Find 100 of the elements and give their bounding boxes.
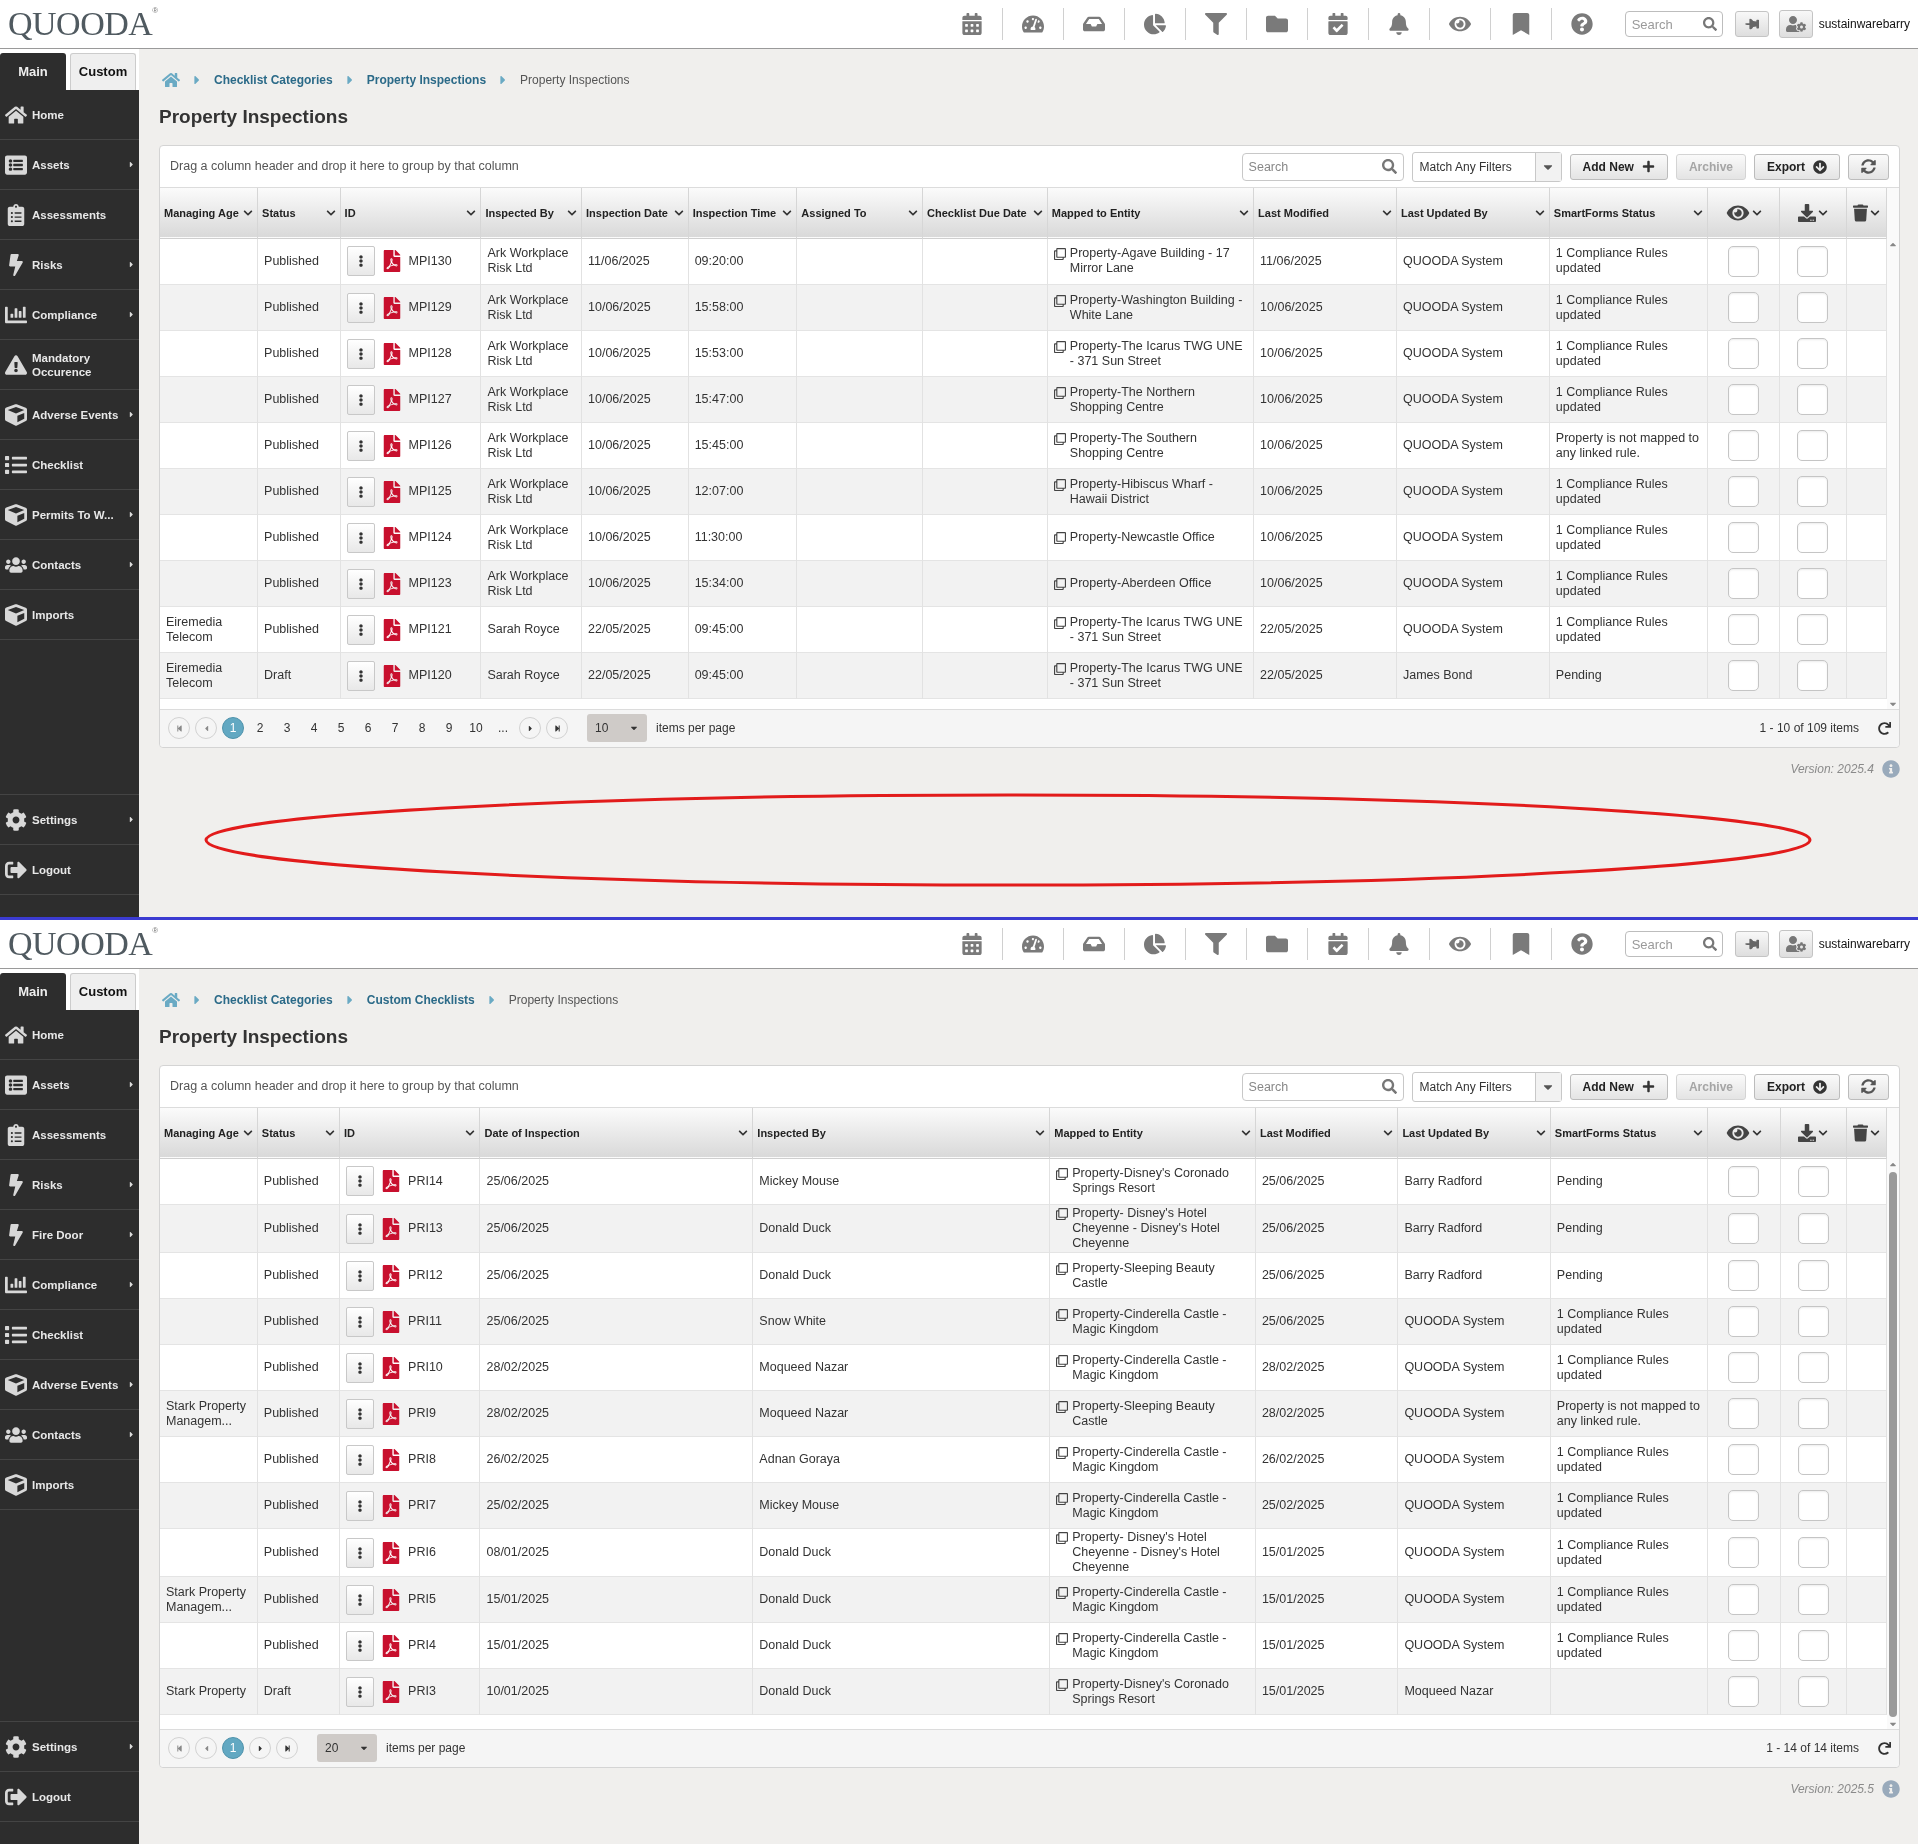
pdf-icon[interactable] [382, 296, 401, 319]
row-menu-button[interactable] [346, 1260, 375, 1291]
copy-icon[interactable] [1056, 1492, 1069, 1505]
delete-icon[interactable] [1852, 203, 1868, 222]
record-id[interactable]: PRI13 [408, 1221, 443, 1236]
sidebar-item[interactable]: Settings [0, 795, 139, 845]
copy-icon[interactable] [1053, 340, 1066, 353]
chevron-down-icon[interactable] [908, 207, 919, 218]
pdf-icon[interactable] [382, 342, 401, 365]
scrollbar[interactable] [1887, 1108, 1899, 1729]
row-menu-button[interactable] [346, 1676, 375, 1707]
help-icon[interactable] [1571, 933, 1594, 955]
home-icon[interactable] [162, 991, 180, 1009]
logo[interactable]: QUOODA [8, 6, 153, 42]
table-row[interactable]: Published MPI130 Ark Workplace Risk Ltd 11/06/2025 09:20:00 Property-Agave Building - 17 Mirror Lane 11/06/2025 QUOODA System 1 Compliance Rules updated [160, 238, 1887, 285]
checkbox[interactable] [1797, 1213, 1829, 1244]
chevron-down-icon[interactable] [1035, 1127, 1046, 1138]
copy-icon[interactable] [1056, 1208, 1069, 1220]
row-menu-button[interactable] [346, 246, 375, 277]
breadcrumb-link[interactable]: Checklist Categories [214, 71, 333, 89]
chevron-down-icon[interactable] [567, 207, 578, 218]
pdf-icon[interactable] [382, 664, 401, 687]
chevron-down-icon[interactable] [1240, 1127, 1251, 1138]
chevron-down-icon[interactable] [1383, 1127, 1394, 1138]
calendar-check-icon[interactable] [1326, 13, 1349, 35]
record-id[interactable]: PRI8 [408, 1452, 436, 1467]
filter-select[interactable]: Match Any Filters [1411, 1071, 1562, 1102]
chevron-down-icon[interactable] [1535, 1127, 1546, 1138]
checkbox[interactable] [1728, 338, 1760, 369]
record-id[interactable]: PRI3 [408, 1684, 436, 1699]
checkbox[interactable] [1797, 1537, 1829, 1568]
table-row[interactable]: Published PRI6 08/01/2025 Donald Duck Property- Disney's Hotel Cheyenne - Disney's Hotel Cheyenne 15/01/2025 QUOODA System 1 Compliance Rules updated [160, 1528, 1887, 1577]
checkbox[interactable] [1797, 245, 1829, 277]
record-id[interactable]: PRI4 [408, 1638, 436, 1653]
sidebar-item[interactable]: Adverse Events [0, 1360, 139, 1410]
column-header[interactable]: Last Modified [1258, 204, 1329, 221]
sidebar-item[interactable]: Assessments [0, 1110, 139, 1160]
record-id[interactable]: PRI10 [408, 1360, 443, 1375]
page-button[interactable]: 2 [249, 717, 271, 739]
chevron-down-icon[interactable] [1692, 207, 1703, 218]
column-header[interactable]: SmartForms Status [1554, 1124, 1657, 1141]
checkbox[interactable] [1797, 476, 1829, 507]
record-id[interactable]: MPI121 [408, 622, 452, 637]
checkbox[interactable] [1728, 1398, 1760, 1429]
sidebar-item[interactable]: Assets [0, 140, 139, 190]
checkbox[interactable] [1728, 1306, 1760, 1337]
page-button[interactable]: 4 [303, 717, 325, 739]
checkbox[interactable] [1728, 1352, 1760, 1383]
download-icon[interactable] [1798, 1122, 1817, 1143]
table-row[interactable]: Published MPI126 Ark Workplace Risk Ltd 10/06/2025 15:45:00 Property-The Southern Shopping Centre 10/06/2025 QUOODA System Property is not mapped to any linked rule. [160, 422, 1887, 469]
chevron-down-icon[interactable] [243, 207, 254, 218]
scrollbar-thumb[interactable] [1889, 1172, 1897, 1717]
column-header[interactable]: Date of Inspection [484, 1124, 580, 1141]
checkbox[interactable] [1728, 245, 1760, 277]
checkbox[interactable] [1728, 1165, 1760, 1197]
row-menu-button[interactable] [346, 292, 375, 323]
copy-icon[interactable] [1056, 1262, 1069, 1275]
pdf-icon[interactable] [382, 618, 401, 641]
sidebar-tab[interactable]: Custom [70, 53, 136, 90]
pin-button[interactable] [1734, 11, 1769, 37]
row-menu-button[interactable] [346, 568, 375, 599]
user-settings-button[interactable] [1778, 10, 1813, 38]
filter-select[interactable]: Match Any Filters [1411, 151, 1562, 182]
checkbox[interactable] [1728, 1584, 1760, 1615]
row-menu-button[interactable] [346, 1490, 375, 1521]
page-button[interactable]: 6 [357, 717, 379, 739]
sidebar-item[interactable]: Permits To W... [0, 490, 139, 540]
copy-icon[interactable] [1056, 1308, 1069, 1321]
pdf-icon[interactable] [382, 526, 401, 549]
row-menu-button[interactable] [346, 1398, 375, 1429]
chevron-down-icon[interactable] [738, 1127, 749, 1138]
row-menu-button[interactable] [346, 614, 375, 645]
copy-icon[interactable] [1056, 1532, 1069, 1544]
sidebar-item[interactable]: Settings [0, 1722, 139, 1772]
checkbox[interactable] [1797, 1584, 1829, 1615]
column-header[interactable]: Mapped to Entity [1051, 204, 1141, 221]
row-menu-button[interactable] [346, 660, 375, 691]
sidebar-item[interactable]: Compliance [0, 1260, 139, 1310]
column-header[interactable]: Last Updated By [1400, 204, 1488, 221]
checkbox[interactable] [1797, 1306, 1829, 1337]
pin-button[interactable] [1734, 931, 1769, 957]
home-icon[interactable] [162, 71, 180, 89]
sidebar-tab[interactable]: Main [0, 53, 66, 90]
table-row[interactable]: Eiremedia Telecom Draft MPI120 Sarah Royce 22/05/2025 09:45:00 Property-The Icarus TWG UNE - 371 Sun Street 22/05/2025 James Bond Pending [160, 652, 1887, 699]
sidebar-item[interactable]: Assets [0, 1060, 139, 1110]
record-id[interactable]: MPI130 [408, 253, 452, 269]
checkbox[interactable] [1728, 1537, 1760, 1568]
help-icon[interactable] [1571, 13, 1594, 35]
row-menu-button[interactable] [346, 1306, 375, 1337]
grid-search-field[interactable]: Search [1241, 1072, 1404, 1101]
pdf-icon[interactable] [382, 388, 401, 411]
checkbox[interactable] [1797, 1630, 1829, 1661]
checkbox[interactable] [1728, 476, 1760, 507]
checkbox[interactable] [1728, 568, 1760, 599]
checkbox[interactable] [1728, 1490, 1760, 1521]
checkbox[interactable] [1797, 430, 1829, 461]
calendar-icon[interactable] [960, 933, 983, 955]
chevron-down-icon[interactable] [673, 207, 684, 218]
chevron-down-icon[interactable] [1751, 1127, 1762, 1138]
checkbox[interactable] [1797, 338, 1829, 369]
